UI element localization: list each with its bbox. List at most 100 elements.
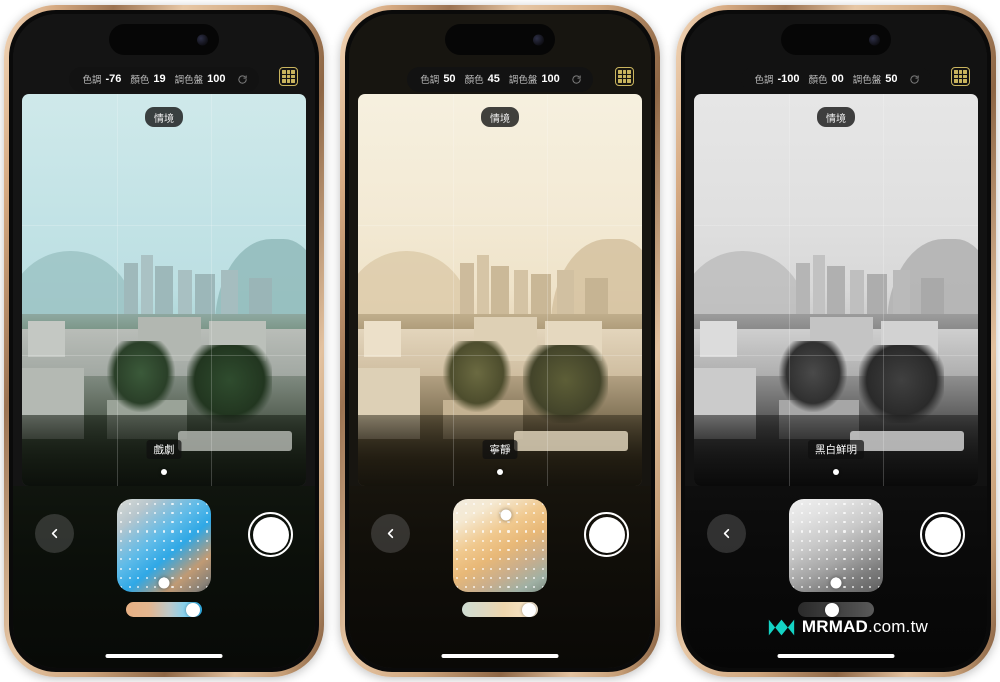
- slider-thumb[interactable]: [825, 602, 840, 617]
- pad-knob[interactable]: [830, 577, 842, 589]
- shutter-button[interactable]: [584, 512, 629, 557]
- color-group[interactable]: 顏色 00: [809, 72, 844, 86]
- palette-group[interactable]: 調色盤 50: [853, 72, 898, 86]
- reset-icon[interactable]: [237, 74, 248, 85]
- reset-icon[interactable]: [571, 74, 582, 85]
- color-value: 45: [487, 73, 500, 85]
- slider-thumb[interactable]: [185, 602, 200, 617]
- phone-1-viewfinder[interactable]: 情境 戲劇: [22, 94, 306, 486]
- watermark: MRMAD.com.tw: [768, 617, 928, 637]
- phone-3-controls: [685, 486, 987, 668]
- phone-2-viewfinder[interactable]: 情境 寧靜: [358, 94, 642, 486]
- front-camera-icon: [533, 34, 544, 45]
- slider-thumb[interactable]: [521, 602, 536, 617]
- tone-group[interactable]: 色調 -100: [754, 72, 799, 86]
- home-indicator[interactable]: [441, 653, 559, 658]
- palette-label: 調色盤: [508, 75, 538, 86]
- phone-3-screen: 色調 -100 顏色 00 調色盤 50 情境 黑白鮮明: [685, 14, 987, 668]
- adjust-pill[interactable]: 色調 50 顏色 45 調色盤 100: [407, 66, 593, 92]
- color-value: 00: [831, 73, 844, 85]
- tone-label: 色調: [82, 75, 102, 86]
- phone-2: 色調 50 顏色 45 調色盤 100 情境 寧靜: [340, 5, 660, 677]
- style-pad-wrap[interactable]: [453, 499, 547, 617]
- dynamic-island: [109, 24, 219, 55]
- scene-chip: 情境: [145, 107, 183, 127]
- page-indicator-dot[interactable]: [497, 469, 503, 475]
- chevron-left-icon: [387, 528, 394, 539]
- color-label: 顏色: [808, 75, 828, 86]
- style-pad[interactable]: [453, 499, 547, 592]
- style-chip: 戲劇: [146, 440, 182, 459]
- back-button[interactable]: [707, 514, 746, 553]
- dynamic-island: [781, 24, 891, 55]
- color-group[interactable]: 顏色 19: [130, 72, 165, 86]
- pad-knob[interactable]: [500, 509, 512, 521]
- shutter-button[interactable]: [248, 512, 293, 557]
- front-camera-icon: [197, 34, 208, 45]
- color-value: 19: [153, 73, 166, 85]
- home-indicator[interactable]: [777, 653, 895, 658]
- phone-1: 色調 -76 顏色 19 調色盤 100 情境 戲劇: [4, 5, 324, 677]
- adjust-pill[interactable]: 色調 -100 顏色 00 調色盤 50: [741, 66, 931, 92]
- adjust-pill[interactable]: 色調 -76 顏色 19 調色盤 100: [69, 66, 259, 92]
- color-label: 顏色: [464, 75, 484, 86]
- watermark-brand: MRMAD: [801, 617, 869, 636]
- phone-3: 色調 -100 顏色 00 調色盤 50 情境 黑白鮮明: [676, 5, 996, 677]
- phone-1-controls: [13, 486, 315, 668]
- tone-value: -100: [777, 73, 800, 85]
- palette-label: 調色盤: [852, 75, 882, 86]
- screenshot-root: 色調 -76 顏色 19 調色盤 100 情境 戲劇 色調 50 顏色 45 調…: [0, 0, 1000, 682]
- phone-3-viewfinder[interactable]: 情境 黑白鮮明: [694, 94, 978, 486]
- tone-value: -76: [105, 73, 122, 85]
- phone-2-screen: 色調 50 顏色 45 調色盤 100 情境 寧靜: [349, 14, 651, 668]
- phone-2-controls: [349, 486, 651, 668]
- scene-chip: 情境: [481, 107, 519, 127]
- grid-icon[interactable]: [951, 67, 970, 86]
- color-group[interactable]: 顏色 45: [465, 72, 500, 86]
- chevron-left-icon: [723, 528, 730, 539]
- front-camera-icon: [869, 34, 880, 45]
- palette-group[interactable]: 調色盤 100: [509, 72, 560, 86]
- style-pad-wrap[interactable]: [117, 499, 211, 617]
- tone-group[interactable]: 色調 -76: [82, 72, 121, 86]
- palette-label: 調色盤: [174, 75, 204, 86]
- intensity-slider[interactable]: [126, 602, 202, 617]
- pad-knob[interactable]: [158, 577, 170, 589]
- style-chip: 黑白鮮明: [808, 440, 864, 459]
- shutter-button[interactable]: [920, 512, 965, 557]
- grid-icon[interactable]: [279, 67, 298, 86]
- intensity-slider[interactable]: [462, 602, 538, 617]
- grid-overlay: [22, 94, 306, 486]
- tone-value: 50: [443, 73, 456, 85]
- style-pad[interactable]: [117, 499, 211, 592]
- scene-chip: 情境: [817, 107, 855, 127]
- style-pad[interactable]: [789, 499, 883, 592]
- watermark-text: MRMAD.com.tw: [802, 617, 928, 637]
- phone-3-adjust-bar: 色調 -100 顏色 00 調色盤 50: [685, 64, 987, 94]
- dynamic-island: [445, 24, 555, 55]
- back-button[interactable]: [35, 514, 74, 553]
- chevron-left-icon: [51, 528, 58, 539]
- page-indicator-dot[interactable]: [833, 469, 839, 475]
- grid-overlay: [694, 94, 978, 486]
- tone-label: 色調: [754, 75, 774, 86]
- tone-label: 色調: [420, 75, 440, 86]
- grid-overlay: [358, 94, 642, 486]
- palette-value: 100: [541, 73, 560, 85]
- grid-icon[interactable]: [615, 67, 634, 86]
- color-label: 顏色: [130, 75, 150, 86]
- intensity-slider[interactable]: [798, 602, 874, 617]
- page-indicator-dot[interactable]: [161, 469, 167, 475]
- palette-group[interactable]: 調色盤 100: [175, 72, 226, 86]
- style-pad-wrap[interactable]: [789, 499, 883, 617]
- home-indicator[interactable]: [105, 653, 223, 658]
- palette-value: 100: [207, 73, 226, 85]
- phone-1-screen: 色調 -76 顏色 19 調色盤 100 情境 戲劇: [13, 14, 315, 668]
- tone-group[interactable]: 色調 50: [420, 72, 455, 86]
- watermark-suffix: .com.tw: [868, 617, 928, 636]
- phone-1-adjust-bar: 色調 -76 顏色 19 調色盤 100: [13, 64, 315, 94]
- back-button[interactable]: [371, 514, 410, 553]
- phone-2-adjust-bar: 色調 50 顏色 45 調色盤 100: [349, 64, 651, 94]
- reset-icon[interactable]: [909, 74, 920, 85]
- mrmad-logo-icon: [768, 619, 795, 635]
